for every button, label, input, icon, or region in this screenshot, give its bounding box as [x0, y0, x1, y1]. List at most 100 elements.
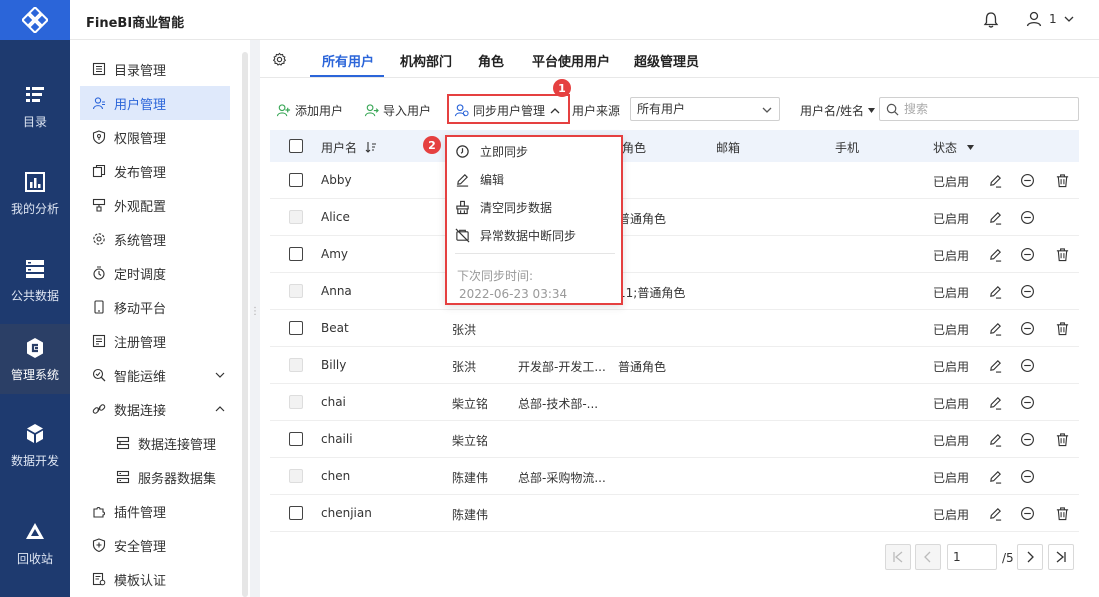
- rail-item-label: 目录: [22, 114, 47, 129]
- tab-4[interactable]: 超级管理员: [634, 51, 699, 70]
- edit-sync-item[interactable]: 编辑: [455, 165, 615, 193]
- rail-item-public-data[interactable]: 公共数据: [0, 245, 70, 315]
- trash-icon[interactable]: [1055, 247, 1070, 262]
- sidebar-item-data-link[interactable]: 数据连接: [80, 392, 230, 426]
- edit-icon[interactable]: [988, 210, 1003, 225]
- sidebar-item-register[interactable]: 注册管理: [80, 324, 230, 358]
- disable-icon[interactable]: [1020, 469, 1035, 484]
- row-checkbox[interactable]: [289, 469, 303, 483]
- first-page-button[interactable]: [885, 544, 911, 570]
- disable-icon[interactable]: [1020, 173, 1035, 188]
- sort-icon[interactable]: [365, 141, 377, 153]
- import-user-button[interactable]: 导入用户: [364, 102, 431, 119]
- prev-page-button[interactable]: [915, 544, 941, 570]
- sidebar-item-timer[interactable]: 定时调度: [80, 256, 230, 290]
- rail-item-catalog[interactable]: 目录: [0, 71, 70, 141]
- sidebar-item-template-auth[interactable]: 模板认证: [80, 562, 230, 596]
- row-checkbox[interactable]: [289, 247, 303, 261]
- edit-icon[interactable]: [988, 506, 1003, 521]
- edit-icon[interactable]: [988, 432, 1003, 447]
- edit-icon[interactable]: [988, 358, 1003, 373]
- rail-item-admin-system[interactable]: 管理系统: [0, 324, 70, 394]
- disable-icon[interactable]: [1020, 284, 1035, 299]
- row-checkbox[interactable]: [289, 432, 303, 446]
- trash-icon[interactable]: [1055, 173, 1070, 188]
- sidebar-scrollbar[interactable]: [242, 52, 248, 597]
- sync-manage-dropdown: 立即同步 编辑 清空同步数据 异常数据中断同步 下次同步时间: 2022-06-…: [445, 135, 623, 305]
- sidebar-item-db-connection[interactable]: 数据连接管理: [80, 426, 230, 460]
- sidebar-item-plugin[interactable]: 插件管理: [80, 494, 230, 528]
- disable-icon[interactable]: [1020, 321, 1035, 336]
- sidebar-item-label: 数据连接: [114, 403, 167, 419]
- sidebar-item-appearance[interactable]: 外观配置: [80, 188, 230, 222]
- col-status[interactable]: 状态: [933, 139, 975, 156]
- row-checkbox[interactable]: [289, 284, 303, 298]
- tab-2[interactable]: 角色: [478, 51, 504, 70]
- next-page-button[interactable]: [1017, 544, 1043, 570]
- rail-item-recycle-bin[interactable]: 回收站: [0, 508, 70, 578]
- tab-1[interactable]: 机构部门: [400, 51, 452, 70]
- trash-icon[interactable]: [1055, 506, 1070, 521]
- sidebar-item-publish[interactable]: 发布管理: [80, 154, 230, 188]
- disable-icon[interactable]: [1020, 247, 1035, 262]
- edit-icon[interactable]: [988, 247, 1003, 262]
- sidebar-item-label: 智能运维: [114, 369, 167, 385]
- user-source-select[interactable]: 所有用户: [630, 97, 780, 121]
- trash-icon[interactable]: [1055, 432, 1070, 447]
- trash-icon[interactable]: [1055, 321, 1070, 336]
- tab-3[interactable]: 平台使用用户: [532, 51, 610, 70]
- sidebar-item-user-manage[interactable]: 用户管理: [80, 86, 230, 120]
- bell-icon[interactable]: [982, 11, 1000, 29]
- disable-icon[interactable]: [1020, 358, 1035, 373]
- sidebar-item-system-gear[interactable]: 系统管理: [80, 222, 230, 256]
- edit-icon[interactable]: [988, 284, 1003, 299]
- sidebar-item-permission[interactable]: 权限管理: [80, 120, 230, 154]
- sidebar-item-label: 移动平台: [114, 301, 167, 317]
- sidebar-item-shield[interactable]: 安全管理: [80, 528, 230, 562]
- abort-abnormal-sync-item[interactable]: 异常数据中断同步: [455, 221, 615, 249]
- user-menu[interactable]: 1: [1025, 10, 1075, 28]
- logo[interactable]: [0, 0, 70, 40]
- sync-now-item[interactable]: 立即同步: [455, 137, 615, 165]
- sidebar-item-label: 权限管理: [114, 131, 167, 147]
- edit-icon[interactable]: [988, 395, 1003, 410]
- search-type-select[interactable]: 用户名/姓名: [800, 102, 876, 119]
- rail-item-label: 回收站: [16, 551, 53, 566]
- edit-icon[interactable]: [988, 469, 1003, 484]
- rail-item-analysis[interactable]: 我的分析: [0, 158, 70, 228]
- clear-sync-data-item[interactable]: 清空同步数据: [455, 193, 615, 221]
- page-number-input[interactable]: [947, 544, 997, 570]
- admin-sidebar: 目录管理用户管理权限管理发布管理 外观配置 系统管理 定时调度移动平台注册管理智能运维…: [70, 40, 250, 597]
- row-checkbox[interactable]: [289, 173, 303, 187]
- disable-icon[interactable]: [1020, 506, 1035, 521]
- resize-handle[interactable]: ⋮: [250, 307, 260, 326]
- sidebar-item-catalog-manage[interactable]: 目录管理: [80, 52, 230, 86]
- edit-icon[interactable]: [988, 173, 1003, 188]
- chevron-down-icon: [762, 107, 772, 113]
- sidebar-item-label: 目录管理: [114, 63, 167, 79]
- disable-icon[interactable]: [1020, 432, 1035, 447]
- table-row: Amy 已启用: [270, 236, 1079, 273]
- rail-item-data-dev[interactable]: 数据开发: [0, 410, 70, 480]
- sidebar-item-mobile[interactable]: 移动平台: [80, 290, 230, 324]
- gear-icon[interactable]: [272, 52, 287, 67]
- search-type-label: 用户名/姓名: [800, 104, 865, 118]
- row-checkbox[interactable]: [289, 506, 303, 520]
- col-username[interactable]: 用户名: [321, 139, 377, 156]
- disable-icon[interactable]: [1020, 395, 1035, 410]
- last-page-button[interactable]: [1048, 544, 1074, 570]
- select-all-checkbox[interactable]: [289, 139, 303, 153]
- edit-icon[interactable]: [988, 321, 1003, 336]
- row-checkbox[interactable]: [289, 395, 303, 409]
- add-user-button[interactable]: 添加用户: [276, 102, 343, 119]
- disable-icon[interactable]: [1020, 210, 1035, 225]
- tab-0[interactable]: 所有用户: [322, 51, 374, 70]
- row-checkbox[interactable]: [289, 321, 303, 335]
- import-user-icon: [364, 104, 379, 117]
- row-checkbox[interactable]: [289, 358, 303, 372]
- sidebar-item-ops[interactable]: 智能运维: [80, 358, 230, 392]
- cell-name: 陈建伟: [452, 471, 489, 485]
- sidebar-item-server-dataset[interactable]: 服务器数据集: [80, 460, 230, 494]
- search-input[interactable]: [904, 100, 1074, 118]
- row-checkbox[interactable]: [289, 210, 303, 224]
